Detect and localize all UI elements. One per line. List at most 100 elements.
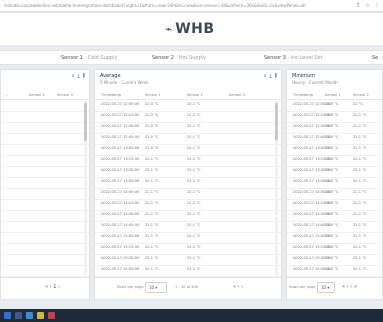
table-row[interactable] [1, 233, 89, 244]
search-icon[interactable]: ⌕ [72, 73, 75, 79]
table-row[interactable]: 2022-05-27 12:30:00 22.0 °C 22.1 °C [95, 123, 281, 134]
table-cell: 22.1 °C [145, 190, 159, 194]
scroll-thumb[interactable] [84, 103, 87, 141]
columns-icon[interactable]: ⫼ [275, 73, 277, 79]
column-header[interactable]: ... [5, 93, 8, 97]
rows-per-page-value: 10 [321, 285, 327, 290]
browser-taskbar-icon[interactable] [26, 312, 33, 319]
table-row[interactable]: 2022-05-27 15:30:00 22.0 °C 22.1 °C [287, 255, 382, 266]
column-header[interactable]: Timestamp [101, 93, 121, 97]
sensor-tab-1[interactable]: Sensor 1 · Cold Supply [61, 54, 117, 62]
panel-minimum-head: Minimum Hourly · Current Month [287, 70, 382, 90]
table-row[interactable] [1, 156, 89, 167]
table-row[interactable] [1, 211, 89, 222]
download-icon[interactable]: ⤓ [77, 73, 79, 79]
share-icon[interactable]: ⇪ [356, 2, 362, 9]
table-row[interactable]: 2022-05-27 12:45:00 22.0 °C 22.1 °C [287, 134, 382, 145]
table-row[interactable] [1, 167, 89, 178]
table-cell: 22.1 °C [353, 168, 367, 172]
table-cell: 22.1 °C [353, 223, 367, 227]
table-row[interactable]: 2022-05-27 14:15:00 22.0 °C 22.1 °C [287, 200, 382, 211]
column-header[interactable]: Sensor 1 [325, 93, 341, 97]
sensor-tab-4[interactable]: Se [372, 54, 378, 62]
table-row[interactable]: 2022-05-27 13:00:00 22.0 °C 22.1 °C [287, 145, 382, 156]
table-row[interactable]: 2022-05-27 14:45:00 22.0 °C 22.1 °C [287, 222, 382, 233]
table-row[interactable] [1, 123, 89, 134]
panel-average-scrollbar[interactable] [275, 101, 278, 277]
table-cell: 22.0 °C [145, 124, 159, 128]
column-header[interactable]: Sensor 2 [187, 93, 203, 97]
table-row[interactable] [1, 178, 89, 189]
scroll-thumb[interactable] [275, 103, 278, 141]
table-row[interactable]: 2022-05-27 13:15:00 22.1 °C 22.1 °C [95, 156, 281, 167]
table-row[interactable]: 2022-05-27 13:30:00 22.1 °C 22.1 °C [95, 167, 281, 178]
column-header[interactable]: Sensor 3 [229, 93, 245, 97]
table-row[interactable]: 2022-05-27 12:30:00 22.0 °C 22.1 °C [287, 123, 382, 134]
columns-icon[interactable]: ⫼ [83, 73, 85, 79]
pagination[interactable]: « ‹ › [233, 284, 243, 290]
table-cell: 22.0 °C [325, 223, 339, 227]
table-row[interactable] [1, 134, 89, 145]
search-taskbar-icon[interactable] [15, 312, 22, 319]
panel-left-scrollbar[interactable] [84, 101, 87, 277]
app-taskbar-icon[interactable] [48, 312, 55, 319]
table-row[interactable]: 2022-05-27 15:45:00 22.0 °C 22.1 °C [287, 266, 382, 277]
table-row[interactable]: 2022-05-27 14:15:00 22.1 °C 22.1 °C [95, 200, 281, 211]
sensor-tab-3[interactable]: Sensor 3 · Ice Level Set [264, 54, 323, 62]
table-row[interactable] [1, 189, 89, 200]
table-row[interactable]: 2022-05-27 15:00:00 22.1 °C 22.1 °C [95, 233, 281, 244]
table-row[interactable]: 2022-05-27 13:45:00 22.0 °C 22.1 °C [287, 178, 382, 189]
rows-per-page-select[interactable]: 10 ▾ [317, 282, 335, 293]
menu-icon[interactable]: ⋮ [374, 2, 380, 9]
table-row[interactable]: 2022-05-27 12:45:00 22.0 °C 22.1 °C [95, 134, 281, 145]
table-row[interactable]: 2022-05-27 12:00:00 22.0 °C 22.1 °C [95, 101, 281, 112]
table-row[interactable]: 2022-05-27 14:30:00 22.0 °C 22.1 °C [287, 211, 382, 222]
download-icon[interactable]: ⤓ [269, 73, 271, 79]
table-row[interactable] [1, 112, 89, 123]
panel-average-table-body: 2022-05-27 12:00:00 22.0 °C 22.1 °C 2022-05… [95, 101, 281, 277]
table-row[interactable]: 2022-05-27 15:15:00 22.0 °C 22.1 °C [287, 244, 382, 255]
table-row[interactable] [1, 145, 89, 156]
table-row[interactable]: 2022-05-27 15:30:00 22.1 °C 22.1 °C [95, 255, 281, 266]
table-row[interactable]: 2022-05-27 13:15:00 22.0 °C 22.1 °C [287, 156, 382, 167]
table-row[interactable]: 2022-05-27 14:30:00 22.1 °C 22.1 °C [95, 211, 281, 222]
sensor-tab-2[interactable]: Sensor 2 · Hot Supply [152, 54, 206, 62]
pagination[interactable]: « ‹ › » [342, 284, 357, 290]
column-header[interactable]: Sensor 1 [145, 93, 161, 97]
address-url[interactable]: tsstudio.azurewebsites.net/d/whb-home/gr… [4, 2, 352, 10]
browser-address-bar[interactable]: tsstudio.azurewebsites.net/d/whb-home/gr… [0, 0, 383, 12]
rows-per-page-select[interactable]: 10 ▾ [145, 282, 167, 293]
table-row[interactable]: 2022-05-27 13:30:00 22.0 °C 22.1 °C [287, 167, 382, 178]
table-cell: 22.0 °C [145, 102, 159, 106]
table-cell: 22.0 °C [325, 168, 339, 172]
table-row[interactable]: 2022-05-27 14:45:00 22.1 °C 22.1 °C [95, 222, 281, 233]
table-row[interactable]: 2022-05-27 12:15:00 22.0 °C 22.1 °C [95, 112, 281, 123]
table-row[interactable]: 2022-05-27 14:00:00 22.1 °C 22.1 °C [95, 189, 281, 200]
table-row[interactable]: 2022-05-27 15:15:00 22.1 °C 22.1 °C [95, 244, 281, 255]
search-icon[interactable]: ⌕ [264, 73, 267, 79]
column-header[interactable]: Sensor 2 [353, 93, 369, 97]
table-row[interactable]: 2022-05-27 15:00:00 22.0 °C 22.1 °C [287, 233, 382, 244]
table-cell: 2022-05-27 15:30:00 [101, 256, 140, 260]
table-row[interactable] [1, 266, 89, 277]
pagination[interactable]: « ‹ 1 › [45, 284, 60, 290]
table-row[interactable]: 2022-05-27 15:45:00 22.1 °C 22.1 °C [95, 266, 281, 277]
table-row[interactable]: 2022-05-27 13:00:00 22.0 °C 22.1 °C [95, 145, 281, 156]
table-cell: 2022-05-27 12:45:00 [101, 135, 140, 139]
table-row[interactable]: 2022-05-27 14:00:00 22.0 °C 22.1 °C [287, 189, 382, 200]
column-header[interactable]: Sensor 3 [57, 93, 73, 97]
star-icon[interactable]: ☆ [365, 2, 371, 9]
table-row[interactable]: 2022-05-27 12:00:00 22.0 °C 22 °C [287, 101, 382, 112]
windows-start-icon[interactable] [4, 312, 11, 319]
folder-taskbar-icon[interactable] [37, 312, 44, 319]
table-row[interactable] [1, 244, 89, 255]
table-row[interactable]: 2022-05-27 12:15:00 22.0 °C 22.1 °C [287, 112, 382, 123]
panel-minimum-title: Minimum [292, 73, 316, 79]
table-row[interactable] [1, 222, 89, 233]
table-row[interactable] [1, 255, 89, 266]
column-header[interactable]: Sensor 2 [29, 93, 45, 97]
table-row[interactable] [1, 101, 89, 112]
table-row[interactable]: 2022-05-27 13:45:00 22.1 °C 22.1 °C [95, 178, 281, 189]
table-row[interactable] [1, 200, 89, 211]
column-header[interactable]: Timestamp [293, 93, 313, 97]
